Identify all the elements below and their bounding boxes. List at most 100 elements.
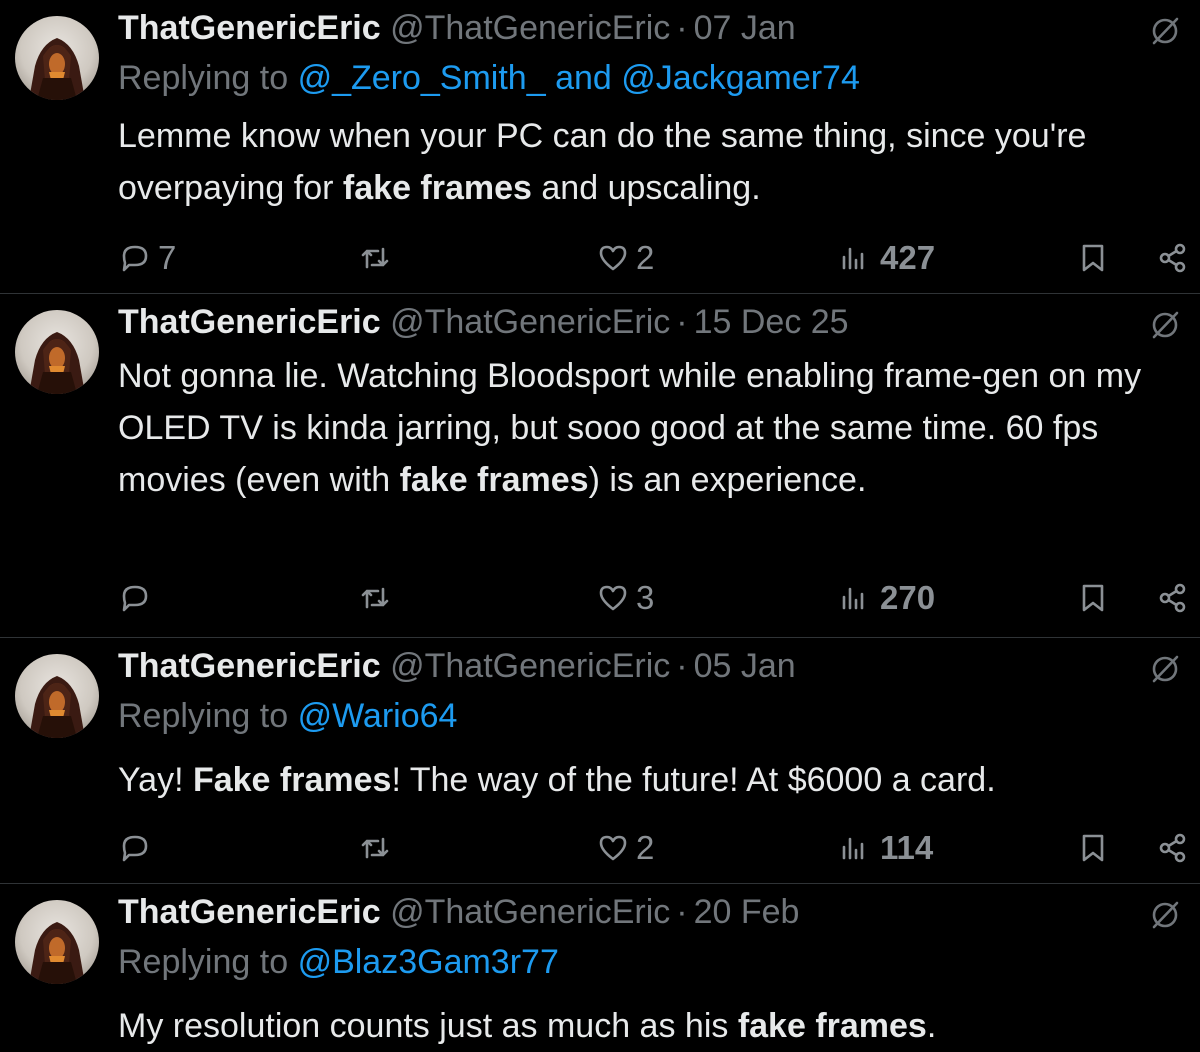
heart-icon — [599, 585, 627, 611]
user-handle[interactable]: @ThatGenericEric — [390, 647, 670, 685]
tweet-actions: 3 270 — [118, 578, 1200, 618]
share-icon — [1159, 833, 1186, 863]
tweet-date[interactable]: 15 Dec 25 — [694, 303, 849, 341]
tweet-text: Lemme know when your PC can do the same … — [118, 110, 1198, 214]
grok-icon[interactable] — [1148, 308, 1182, 342]
share-button[interactable] — [1156, 238, 1190, 278]
tweet-text-part: My resolution counts just as much as his — [118, 1007, 729, 1045]
bookmark-button[interactable] — [1076, 828, 1110, 868]
tweet-text-bold: fake frames — [399, 461, 589, 499]
tweet-header: ThatGenericEric @ThatGenericEric · 15 Dec … — [118, 300, 849, 344]
views-icon — [842, 837, 864, 860]
avatar[interactable] — [15, 310, 99, 394]
views-icon — [842, 247, 864, 270]
share-icon — [1159, 243, 1186, 273]
views-button[interactable]: 427 — [836, 238, 935, 278]
tweet-text-part: Yay! — [118, 761, 184, 799]
mention-link[interactable]: @Wario64 — [298, 697, 458, 735]
retweet-button[interactable] — [358, 238, 398, 278]
grok-icon[interactable] — [1148, 898, 1182, 932]
reply-icon — [122, 835, 148, 862]
user-handle[interactable]: @ThatGenericEric — [390, 9, 670, 47]
reply-button[interactable] — [118, 828, 158, 868]
replying-to: Replying to @Wario64 — [118, 694, 457, 738]
heart-icon — [599, 245, 627, 271]
replying-to-label: Replying to — [118, 59, 289, 97]
tweet-text: Not gonna lie. Watching Bloodsport while… — [118, 350, 1198, 506]
tweet-header: ThatGenericEric @ThatGenericEric · 07 Jan — [118, 6, 796, 50]
replying-to-label: Replying to — [118, 943, 289, 981]
separator-dot: · — [676, 893, 688, 931]
view-count: 270 — [880, 579, 936, 616]
views-button[interactable]: 270 — [836, 578, 935, 618]
reply-button[interactable]: 7 — [118, 238, 176, 278]
tweet[interactable]: ThatGenericEric @ThatGenericEric · 15 Dec … — [0, 294, 1200, 638]
user-handle[interactable]: @ThatGenericEric — [390, 303, 670, 341]
like-button[interactable]: 2 — [596, 828, 654, 868]
tweet-text-part: ! The way of the future! At $6000 a card… — [391, 761, 996, 799]
mention-link[interactable]: @_Zero_Smith_ — [298, 59, 546, 97]
tweet-actions: 2 114 — [118, 828, 1200, 868]
avatar[interactable] — [15, 16, 99, 100]
separator-dot: · — [676, 9, 688, 47]
like-count: 3 — [636, 579, 655, 616]
view-count: 427 — [880, 239, 936, 276]
tweet-date[interactable]: 05 Jan — [694, 647, 796, 685]
like-button[interactable]: 2 — [596, 238, 654, 278]
tweet-text-part: and upscaling. — [541, 169, 761, 207]
retweet-button[interactable] — [358, 578, 398, 618]
reply-count: 7 — [158, 239, 177, 276]
bookmark-icon — [1082, 244, 1104, 272]
tweet[interactable]: ThatGenericEric @ThatGenericEric · 05 Jan … — [0, 638, 1200, 884]
tweet-text-bold: fake frames — [737, 1007, 927, 1045]
share-button[interactable] — [1156, 578, 1190, 618]
tweet-text: Yay! Fake frames! The way of the future!… — [118, 754, 1198, 806]
tweet-text-part: ) is an experience. — [588, 461, 867, 499]
separator-dot: · — [676, 647, 688, 685]
tweet[interactable]: ThatGenericEric @ThatGenericEric · 20 Feb … — [0, 884, 1200, 1052]
reply-icon — [122, 585, 148, 612]
share-button[interactable] — [1156, 828, 1190, 868]
bookmark-button[interactable] — [1076, 238, 1110, 278]
tweet-header: ThatGenericEric @ThatGenericEric · 20 Feb — [118, 890, 799, 934]
display-name[interactable]: ThatGenericEric — [118, 647, 381, 685]
retweet-icon — [361, 247, 389, 269]
share-icon — [1159, 583, 1186, 613]
retweet-icon — [361, 837, 389, 859]
replying-to: Replying to @_Zero_Smith_ and @Jackgamer… — [118, 56, 860, 100]
like-count: 2 — [636, 829, 655, 866]
display-name[interactable]: ThatGenericEric — [118, 9, 381, 47]
tweet-text-part: . — [926, 1007, 937, 1045]
avatar[interactable] — [15, 654, 99, 738]
reply-button[interactable] — [118, 578, 158, 618]
like-button[interactable]: 3 — [596, 578, 654, 618]
tweet-date[interactable]: 20 Feb — [694, 893, 800, 931]
bookmark-icon — [1082, 584, 1104, 612]
grok-icon[interactable] — [1148, 14, 1182, 48]
reply-icon — [122, 245, 148, 272]
views-button[interactable]: 114 — [836, 828, 933, 868]
heart-icon — [599, 835, 627, 861]
tweet[interactable]: ThatGenericEric @ThatGenericEric · 07 Jan … — [0, 0, 1200, 294]
display-name[interactable]: ThatGenericEric — [118, 303, 381, 341]
tweet-text-bold: Fake frames — [192, 761, 392, 799]
mention-link[interactable]: @Jackgamer74 — [621, 59, 860, 97]
views-icon — [842, 587, 864, 610]
replying-to-label: Replying to — [118, 697, 289, 735]
replying-to: Replying to @Blaz3Gam3r77 — [118, 940, 559, 984]
avatar[interactable] — [15, 900, 99, 984]
tweet-actions: 7 2 427 — [118, 238, 1200, 278]
tweet-text: My resolution counts just as much as his… — [118, 1000, 1198, 1052]
user-handle[interactable]: @ThatGenericEric — [390, 893, 670, 931]
like-count: 2 — [636, 239, 655, 276]
retweet-button[interactable] — [358, 828, 398, 868]
tweet-text-bold: fake frames — [342, 169, 532, 207]
retweet-icon — [361, 587, 389, 609]
grok-icon[interactable] — [1148, 652, 1182, 686]
view-count: 114 — [880, 829, 934, 866]
tweet-date[interactable]: 07 Jan — [694, 9, 796, 47]
replying-to-conjunction: and — [555, 59, 612, 97]
display-name[interactable]: ThatGenericEric — [118, 893, 381, 931]
bookmark-button[interactable] — [1076, 578, 1110, 618]
mention-link[interactable]: @Blaz3Gam3r77 — [298, 943, 559, 981]
